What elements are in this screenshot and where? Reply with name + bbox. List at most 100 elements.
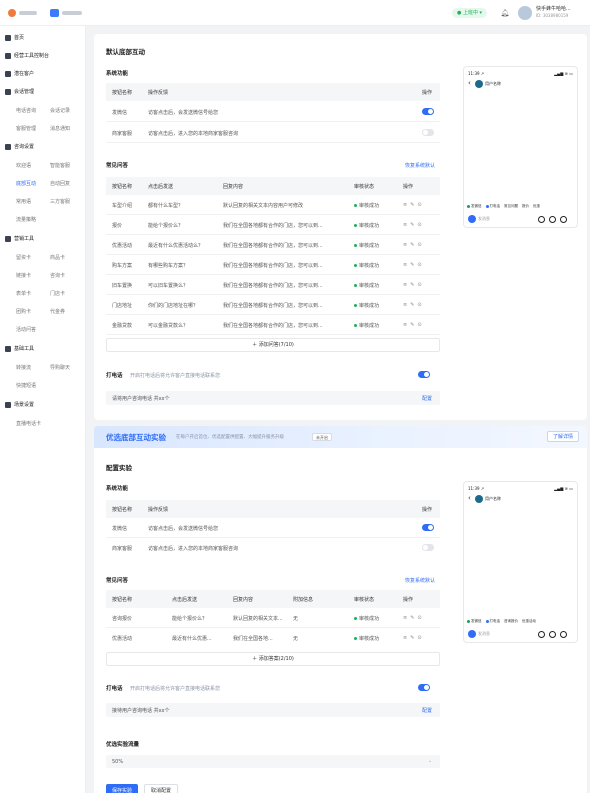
wechat-chip: 发微信 [467,619,482,624]
sidebar-item-marketing[interactable]: 营销工具 [5,235,34,242]
section1-title: 默认底部互动 [106,48,145,56]
exp-merchant-service-toggle[interactable] [422,544,434,551]
wechat-chip: 发微信 [467,204,482,209]
experiment-status-badge: 未开启 [312,433,332,441]
customer-icon [5,70,11,77]
table-header: 按钮名称 操作反馈 操作 [106,83,440,101]
table-row: 发微信 访客点击后，会发送微信号给您 [106,518,440,538]
preview-chip-bar: 发微信 打电话 常见问题 报价 优惠 [467,204,540,209]
exp-call-toggle[interactable] [418,684,430,691]
traffic-title: 优选实验流量 [106,742,140,748]
table-row: 商家客服 访客点击后，进入您的本地商家客服咨询 [106,538,440,558]
preview-chip-bar: 发微信 打电话 咨询报价 优惠活动 [467,619,536,624]
plus-icon [560,216,567,223]
sidebar-sub-common-phrases[interactable]: 常用语 [16,198,31,205]
sidebar-sub-notify[interactable]: 消息通知 [50,125,70,132]
save-experiment-button[interactable]: 保存实验 [106,784,139,793]
learn-more-button[interactable]: 了解详情 [546,431,579,442]
optimization-experiment-banner: 优选底部互动实验 在每户开启首位、优选配置供配置、大幅提升服务升级 未开启 了解… [94,426,587,448]
section2-system-table: 按钮名称 操作反馈 操作 发微信 访客点击后，会发送微信号给您 商家客服 访客点… [106,500,440,558]
product-logo[interactable] [50,8,84,18]
table-header: 按钮名称 操作反馈 操作 [106,500,440,518]
back-arrow-icon: ‹ [468,79,471,87]
row-actions[interactable]: ≡✎⊙ [403,615,425,621]
section1-call-title: 打电话 [106,373,123,379]
sidebar-sub-live-phone-card[interactable]: 直播电话卡 [16,420,41,427]
sidebar-sub-guide-chat[interactable]: 导购聊天 [50,364,70,371]
sidebar-sub-ai-agent[interactable]: 智能客服 [50,162,70,169]
avatar[interactable] [518,6,532,20]
exp-wechat-toggle[interactable] [422,524,434,531]
row-actions[interactable]: ≡✎⊙ [403,322,425,328]
sidebar-sub-third-party[interactable]: 三方客服 [50,198,70,205]
exp-restore-default-link[interactable]: 恢复系统默认 [405,577,435,584]
sidebar-sub-voucher[interactable]: 代金券 [50,308,65,315]
sidebar-item-session[interactable]: 会话管理 [5,88,34,95]
sidebar-sub-store-card[interactable]: 门店卡 [50,290,65,297]
sidebar-item-basic-tools[interactable]: 基础工具 [5,345,34,352]
sidebar-sub-lead-card[interactable]: 留资卡 [16,254,31,261]
sidebar-sub-traffic-strategy[interactable]: 流量策略 [16,216,36,223]
console-icon [5,52,11,59]
table-row: 金融贷款 可以金融贷款么？ 我们在全国各地都有合作的门店，您可以到... 审核成… [106,315,440,335]
add-faq-button[interactable]: ＋ 添加问答(7/10) [106,338,440,352]
sidebar-sub-bottom-interaction[interactable]: 底部互动 [16,180,36,187]
table-row: 购车方案 有哪些购车方案？ 我们在全国各地都有合作的门店，您可以到... 审核成… [106,255,440,275]
sidebar-sub-consult-card[interactable]: 咨询卡 [50,272,65,279]
call-chip: 打电话 [485,204,500,209]
section1-system-functions-title: 系统功能 [106,71,129,77]
sidebar-sub-link-card[interactable]: 链接卡 [16,272,31,279]
table-row: 车型介绍 都有什么车型？ 默认回复的相关文本内容用户可修改 审核成功 ≡✎⊙ [106,195,440,215]
row-actions[interactable]: ≡✎⊙ [403,262,425,268]
online-status-dropdown[interactable]: ● 上班中 ▾ [452,8,488,18]
cancel-config-button[interactable]: 取消配置 [144,784,179,793]
sidebar-sub-agent-manage[interactable]: 客服管理 [16,125,36,132]
smile-icon [549,631,556,638]
scene-icon [5,401,11,408]
row-actions[interactable]: ≡✎⊙ [403,282,425,288]
call-toggle[interactable] [418,371,430,378]
row-actions[interactable]: ≡✎⊙ [403,302,425,308]
call-config-link[interactable]: 配置 [422,395,432,402]
sidebar-item-scene-settings[interactable]: 场景设置 [5,401,34,408]
row-actions[interactable]: ≡✎⊙ [403,635,425,641]
sidebar-sub-auto-reply[interactable]: 自动回复 [50,180,70,187]
sidebar-item-console[interactable]: 经营工具控制台 [5,52,49,59]
top-bar: ● 上班中 ▾ 🔔︎ 快手蜂牛哈哈... ID: 3028980159 [0,0,590,26]
quote-chip: 咨询报价 [504,619,518,623]
exp-add-faq-button[interactable]: ＋ 添加答案(2/10) [106,652,440,666]
row-actions[interactable]: ≡✎⊙ [403,202,425,208]
user-name[interactable]: 快手蜂牛哈哈... [536,5,571,12]
sidebar-sub-welcome[interactable]: 欢迎语 [16,162,31,169]
tools-icon [5,345,11,352]
bell-icon[interactable]: 🔔︎ [500,8,510,18]
section2-call-title: 打电话 [106,686,123,692]
banner-title: 优选底部互动实验 [106,433,166,442]
sidebar-sub-product-card[interactable]: 商品卡 [50,254,65,261]
traffic-select[interactable]: 50% ⌄ [106,755,440,768]
row-actions[interactable]: ≡✎⊙ [403,222,425,228]
sidebar-sub-form-card[interactable]: 表单卡 [16,290,31,297]
section2-title: 配置实验 [106,464,132,472]
section1-system-table: 按钮名称 操作反馈 操作 发微信 访客点击后，会发送微信号给您 商家客服 访客点… [106,83,440,143]
brand-logo[interactable] [8,8,38,18]
merchant-service-toggle[interactable] [422,129,434,136]
wechat-toggle[interactable] [422,108,434,115]
table-row: 旧车置换 可以旧车置换么？ 我们在全国各地都有合作的门店，您可以到... 审核成… [106,275,440,295]
sidebar-sub-quick-phrase[interactable]: 快捷短语 [16,382,36,389]
section1-call-desc: 开启打电话后将允许客户直接电话联系您 [130,373,221,379]
sidebar-sub-groupbuy-card[interactable]: 团购卡 [16,308,31,315]
sidebar-sub-phone-consult[interactable]: 电话咨询 [16,107,36,114]
sidebar-item-home[interactable]: 首页 [5,34,24,41]
sidebar-item-customers[interactable]: 潜在客户 [5,70,34,77]
row-actions[interactable]: ≡✎⊙ [403,242,425,248]
faq-chip: 常见问题 [504,204,518,208]
sidebar-item-consult-settings[interactable]: 咨询设置 [5,143,34,150]
restore-default-link[interactable]: 恢复系统默认 [405,162,435,169]
sidebar-sub-session-records[interactable]: 会话记录 [50,107,70,114]
sidebar-sub-transfer[interactable]: 转接流 [16,364,31,371]
sidebar-sub-activity-qa[interactable]: 活动问答 [16,326,36,333]
call-config-field: 请将用户咨询电话 共xx个 配置 [106,391,440,405]
chat-icon [5,88,11,95]
exp-call-config-link[interactable]: 配置 [422,707,432,714]
